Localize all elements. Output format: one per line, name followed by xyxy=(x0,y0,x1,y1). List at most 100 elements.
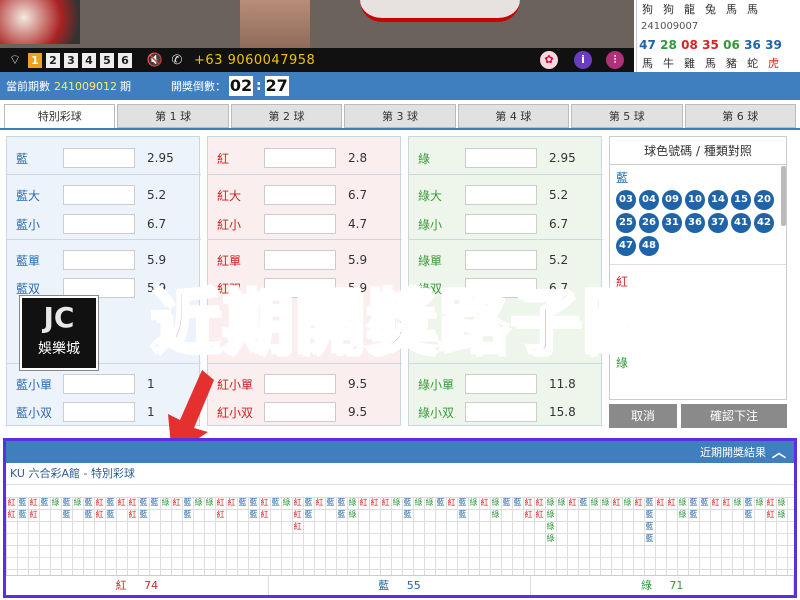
road-cell: 藍 xyxy=(62,498,71,507)
channel-6[interactable]: 6 xyxy=(118,52,132,68)
bet-amount-input[interactable] xyxy=(264,250,336,270)
channel-5[interactable]: 5 xyxy=(100,52,114,68)
channel-3[interactable]: 3 xyxy=(64,52,78,68)
road-cell: 綠 xyxy=(348,510,357,519)
bet-odds: 5.2 xyxy=(147,188,167,202)
road-cell: 紅 xyxy=(480,498,489,507)
bet-amount-input[interactable] xyxy=(63,278,135,298)
bet-amount-input[interactable] xyxy=(264,374,336,394)
number-ball: 26 xyxy=(639,213,659,233)
road-cell: 綠 xyxy=(546,498,555,507)
tab-ball-2[interactable]: 第 2 球 xyxy=(230,104,343,128)
phone-number: +63 9060047958 xyxy=(194,52,316,68)
bet-amount-input[interactable] xyxy=(264,148,336,168)
road-cell: 綠 xyxy=(733,498,742,507)
bet-amount-input[interactable] xyxy=(63,185,135,205)
bet-row: 紅大 6.7 xyxy=(208,184,402,206)
bet-amount-input[interactable] xyxy=(465,214,537,234)
bet-amount-input[interactable] xyxy=(264,214,336,234)
bet-row: 綠單 5.2 xyxy=(409,249,603,271)
road-cell: 藍 xyxy=(337,498,346,507)
results-header[interactable]: 近期開獎結果 ︿ xyxy=(6,441,794,463)
info-icon[interactable]: i xyxy=(574,51,592,69)
number-ball: 10 xyxy=(685,190,705,210)
bet-label: 紅小 xyxy=(217,217,242,232)
results-totals: 紅 74 藍 55 綠 71 xyxy=(6,575,794,595)
bet-amount-input[interactable] xyxy=(63,250,135,270)
road-cell: 紅 xyxy=(656,498,665,507)
bet-odds: 9.5 xyxy=(348,405,368,419)
road-cell: 綠 xyxy=(557,498,566,507)
period-info-bar: 當前期數 241009012 期 開獎倒數： 02 : 27 xyxy=(0,72,800,100)
road-cell: 藍 xyxy=(62,510,71,519)
road-cell: 藍 xyxy=(106,498,115,507)
road-cell: 紅 xyxy=(524,498,533,507)
logo-name: 娛樂城 xyxy=(38,341,80,357)
bet-amount-input[interactable] xyxy=(465,374,537,394)
road-cell: 藍 xyxy=(689,510,698,519)
road-cell: 紅 xyxy=(7,498,16,507)
palette-scrollbar[interactable] xyxy=(781,166,786,226)
cancel-button[interactable]: 取消 xyxy=(609,404,677,428)
road-cell: 綠 xyxy=(73,498,82,507)
road-cell: 藍 xyxy=(403,510,412,519)
tab-ball-1[interactable]: 第 1 球 xyxy=(117,104,229,128)
settings-icon[interactable]: ✿ xyxy=(540,51,558,69)
road-cell: 藍 xyxy=(304,510,313,519)
bet-amount-input[interactable] xyxy=(465,250,537,270)
phone-icon: ✆ xyxy=(171,52,183,68)
bet-odds: 5.2 xyxy=(549,188,569,202)
number-ball: 47 xyxy=(616,236,636,256)
road-cell: 藍 xyxy=(645,534,654,543)
bet-amount-input[interactable] xyxy=(465,148,537,168)
bet-amount-input[interactable] xyxy=(264,402,336,422)
mute-icon[interactable]: 🔇 xyxy=(146,53,164,68)
channel-2[interactable]: 2 xyxy=(46,52,60,68)
tab-special[interactable]: 特別彩球 xyxy=(4,104,116,128)
blue-group: 藍 03 04 09 10 14 15 20 25 26 31 36 37 41 42 47 48 xyxy=(610,165,786,260)
channel-4[interactable]: 4 xyxy=(82,52,96,68)
results-title: 近期開獎結果 xyxy=(700,446,766,459)
road-cell: 綠 xyxy=(755,498,764,507)
zodiac-top-row: 狗狗龍兔馬馬 xyxy=(642,3,758,16)
road-cell: 紅 xyxy=(7,510,16,519)
number-ball: 41 xyxy=(731,213,751,233)
road-cell: 綠 xyxy=(392,498,401,507)
collapse-chevron-icon[interactable]: ︿ xyxy=(772,442,786,462)
road-cell: 藍 xyxy=(326,498,335,507)
road-cell: 藍 xyxy=(40,498,49,507)
road-cell: 綠 xyxy=(491,510,500,519)
tab-ball-5[interactable]: 第 5 球 xyxy=(571,104,683,128)
bet-label: 紅大 xyxy=(217,188,242,203)
bet-amount-input[interactable] xyxy=(63,148,135,168)
road-cell: 紅 xyxy=(524,510,533,519)
bet-amount-input[interactable] xyxy=(63,374,135,394)
road-cell: 紅 xyxy=(95,498,104,507)
bet-amount-input[interactable] xyxy=(465,185,537,205)
bet-label: 紅 xyxy=(217,151,230,166)
bet-amount-input[interactable] xyxy=(63,402,135,422)
road-cell: 紅 xyxy=(381,498,390,507)
tab-ball-3[interactable]: 第 3 球 xyxy=(344,104,456,128)
bet-row: 藍單 5.9 xyxy=(7,249,201,271)
chart-icon[interactable]: ⫶ xyxy=(606,51,624,69)
road-cell: 藍 xyxy=(502,498,511,507)
bet-amount-input[interactable] xyxy=(63,214,135,234)
number-ball: 37 xyxy=(708,213,728,233)
confirm-bet-button[interactable]: 確認下注 xyxy=(681,404,787,428)
period-number: 241009012 xyxy=(54,79,117,93)
bet-amount-input[interactable] xyxy=(264,185,336,205)
countdown-seconds: 27 xyxy=(264,76,289,96)
tab-ball-4[interactable]: 第 4 球 xyxy=(457,104,570,128)
bet-amount-input[interactable] xyxy=(465,402,537,422)
road-cell: 紅 xyxy=(711,498,720,507)
bet-label: 藍小單 xyxy=(16,377,53,392)
tab-ball-6[interactable]: 第 6 球 xyxy=(684,104,796,128)
road-cell: 藍 xyxy=(150,498,159,507)
bet-label: 綠小單 xyxy=(418,377,455,392)
number-ball: 14 xyxy=(708,190,728,210)
road-cell: 紅 xyxy=(216,498,225,507)
channel-1[interactable]: 1 xyxy=(28,52,42,68)
road-cell: 藍 xyxy=(18,498,27,507)
road-cell: 綠 xyxy=(348,498,357,507)
